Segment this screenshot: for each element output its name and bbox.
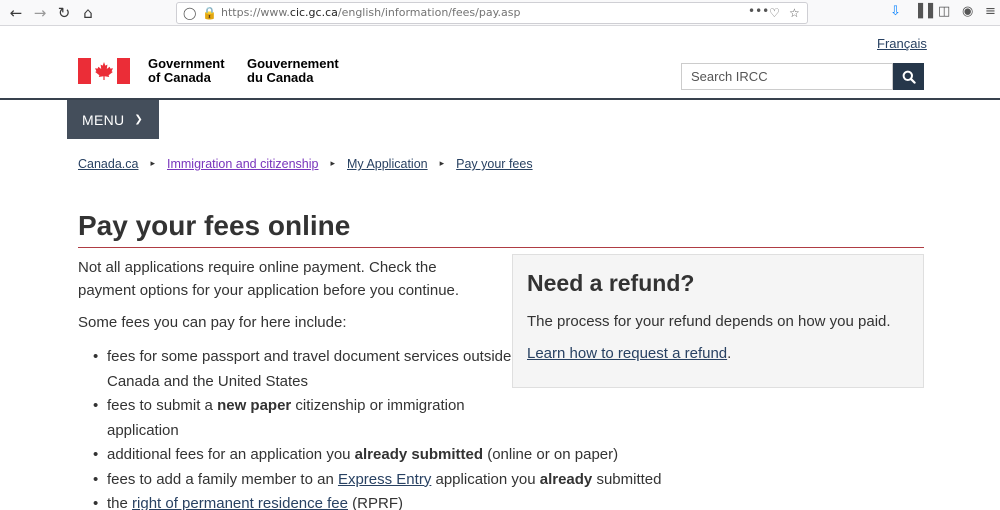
breadcrumb-separator-icon: ▸ [330, 159, 335, 169]
breadcrumb: Canada.ca ▸ Immigration and citizenship … [78, 157, 533, 171]
express-entry-link[interactable]: Express Entry [338, 471, 431, 488]
title-underline [78, 247, 924, 248]
shield-icon[interactable]: ◯ [183, 6, 196, 20]
list-item: fees to submit a new paper citizenship o… [93, 394, 513, 443]
wordmark-fr-line2: du Canada [247, 70, 314, 85]
list-item: the right of permanent residence fee (RP… [93, 492, 893, 510]
wordmark-fr-line1: Gouvernement [247, 56, 339, 71]
list-item: additional fees for an application you a… [93, 443, 893, 468]
forward-arrow-icon[interactable]: → [30, 3, 50, 23]
account-icon[interactable]: ◉ [962, 4, 973, 19]
url-text: https://www.cic.gc.ca/english/informatio… [221, 6, 521, 19]
intro-paragraph: Not all applications require online paym… [78, 259, 460, 299]
menu-button[interactable]: MENU ❯ [67, 100, 159, 139]
language-toggle-link[interactable]: Français [877, 36, 927, 51]
rprf-link[interactable]: right of permanent residence fee [132, 495, 348, 510]
library-icon[interactable]: ▐▐ [913, 4, 933, 19]
chevron-down-icon: ❯ [134, 114, 144, 125]
back-arrow-icon[interactable]: ← [6, 3, 26, 23]
search-icon [902, 70, 916, 84]
pocket-icon[interactable]: ♡ [769, 6, 780, 20]
list-item: fees for some passport and travel docume… [93, 345, 513, 394]
request-refund-link[interactable]: Learn how to request a refund [527, 345, 727, 362]
breadcrumb-immigration[interactable]: Immigration and citizenship [167, 157, 318, 171]
lock-icon[interactable]: 🔒 [202, 6, 217, 20]
refund-link-line: Learn how to request a refund. [527, 345, 732, 362]
reload-icon[interactable]: ↻ [54, 3, 74, 23]
government-of-canada-wordmark[interactable]: Government of Canada [148, 57, 225, 85]
home-icon[interactable]: ⌂ [78, 3, 98, 23]
page-actions-icon[interactable]: ••• [748, 4, 769, 18]
browser-toolbar: ← → ↻ ⌂ ◯ 🔒 https://www.cic.gc.ca/englis… [0, 0, 1000, 26]
refund-panel: Need a refund? The process for your refu… [512, 254, 924, 388]
wordmark-en-line1: Government [148, 56, 225, 71]
maple-leaf-icon [95, 62, 113, 80]
gouvernement-du-canada-wordmark[interactable]: Gouvernement du Canada [247, 57, 339, 85]
breadcrumb-my-application[interactable]: My Application [347, 157, 428, 171]
fees-intro-text: Some fees you can pay for here include: [78, 314, 347, 331]
refund-description: The process for your refund depends on h… [527, 313, 891, 330]
bookmark-star-icon[interactable]: ☆ [789, 6, 800, 20]
canada-flag-icon [78, 58, 130, 84]
refund-heading: Need a refund? [527, 270, 695, 296]
wordmark-en-line2: of Canada [148, 70, 211, 85]
menu-label: MENU [82, 111, 125, 128]
sidebar-icon[interactable]: ◫ [938, 4, 950, 19]
breadcrumb-separator-icon: ▸ [439, 159, 445, 169]
search-input[interactable] [681, 63, 893, 90]
download-icon[interactable]: ⇩ [890, 4, 901, 19]
breadcrumb-canada[interactable]: Canada.ca [78, 157, 138, 171]
address-bar[interactable]: ◯ 🔒 https://www.cic.gc.ca/english/inform… [176, 2, 808, 24]
breadcrumb-separator-icon: ▸ [150, 159, 155, 169]
page-title: Pay your fees online [78, 210, 351, 241]
hamburger-menu-icon[interactable]: ≡ [985, 4, 996, 19]
breadcrumb-pay-your-fees[interactable]: Pay your fees [456, 157, 532, 171]
search-button[interactable] [893, 63, 924, 90]
list-item: fees to add a family member to an Expres… [93, 468, 893, 493]
